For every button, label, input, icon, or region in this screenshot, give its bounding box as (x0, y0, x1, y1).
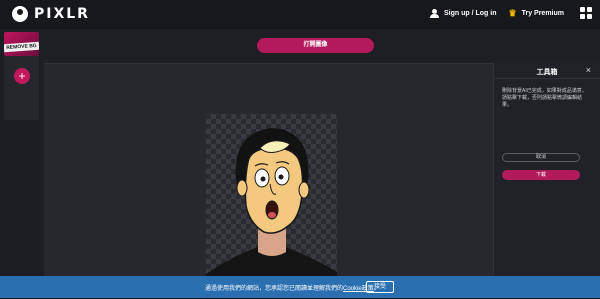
try-premium-link[interactable]: ♛ Try Premium (508, 7, 565, 18)
download-button[interactable]: 下載 (502, 170, 580, 180)
image-canvas[interactable] (206, 114, 337, 299)
signup-label: Sign up / Log in (444, 9, 497, 17)
workspace (44, 63, 493, 299)
remove-bg-label: REMOVE BG (4, 41, 39, 53)
pixlr-logo[interactable]: PIXLR (12, 6, 90, 22)
top-actions: Sign up / Log in ♛ Try Premium (430, 7, 592, 19)
apps-grid-icon[interactable] (580, 7, 592, 19)
cookie-message: 通過使用我們的網站，您承認您已閱讀並理解我們的 (205, 286, 344, 292)
remove-bg-panel: + (4, 56, 39, 120)
editor-area: 打開圖像 工具箱 × 刪除背景AI已完成，如果對成品滿意，請點擊下載，否則請點擊… (42, 29, 600, 299)
remove-bg-thumbnail[interactable]: REMOVE BG (4, 32, 39, 56)
remove-bg-message: 刪除背景AI已完成，如果對成品滿意，請點擊下載，否則請點擊微調編輯結果。 (502, 88, 587, 108)
cancel-button[interactable]: 取消 (502, 153, 580, 162)
panel-divider (494, 78, 600, 79)
signup-login-link[interactable]: Sign up / Log in (430, 8, 497, 18)
pixlr-logo-icon (12, 6, 28, 22)
left-sidebar: REMOVE BG + (0, 29, 42, 298)
add-image-button[interactable]: + (14, 68, 30, 84)
premium-label: Try Premium (521, 9, 564, 17)
user-icon (430, 8, 439, 18)
logo-text: PIXLR (34, 6, 90, 22)
cookie-banner: 通過使用我們的網站，您承認您已閱讀並理解我們的Cookie政策。 接受 (0, 276, 600, 298)
edited-photo (206, 128, 337, 299)
top-bar: PIXLR Sign up / Log in ♛ Try Premium (0, 0, 600, 29)
close-icon[interactable]: × (586, 65, 591, 75)
crown-icon: ♛ (508, 7, 517, 18)
accept-cookie-button[interactable]: 接受 (366, 281, 394, 293)
toolbox-title: 工具箱 (536, 69, 558, 76)
open-image-button[interactable]: 打開圖像 (257, 38, 374, 53)
cookie-text: 通過使用我們的網站，您承認您已閱讀並理解我們的Cookie政策。 (205, 283, 380, 292)
toolbox-panel: 工具箱 × 刪除背景AI已完成，如果對成品滿意，請點擊下載，否則請點擊微調編輯結… (493, 63, 600, 298)
